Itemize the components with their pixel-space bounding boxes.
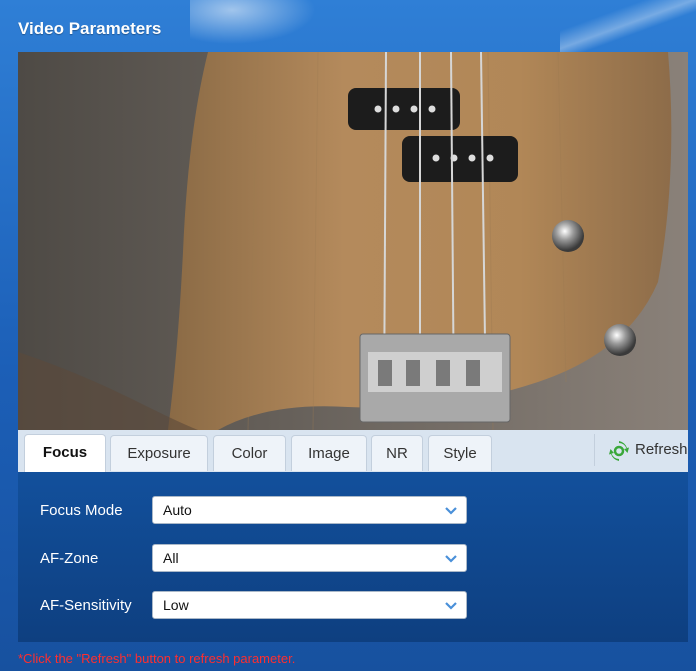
chevron-down-icon [445,602,457,610]
title-bar-flare [190,0,330,50]
af-zone-label: AF-Zone [40,550,99,567]
tab-style[interactable]: Style [428,435,492,471]
tab-focus[interactable]: Focus [24,434,106,472]
refresh-label: Refresh [635,441,688,458]
af-sensitivity-value: Low [163,597,189,613]
window-title: Video Parameters [18,19,162,38]
chevron-down-icon [445,507,457,515]
refresh-note: *Click the "Refresh" button to refresh p… [18,651,296,666]
tab-exposure[interactable]: Exposure [110,435,208,471]
refresh-button[interactable]: Refresh [594,434,689,466]
refresh-icon [609,441,629,461]
af-sensitivity-label: AF-Sensitivity [40,597,132,614]
tab-color[interactable]: Color [213,435,286,471]
focus-mode-value: Auto [163,502,192,518]
video-frame-image [18,52,688,430]
chevron-down-icon [445,555,457,563]
focus-settings-panel: Focus Mode Auto AF-Zone All AF-Sensitivi… [18,472,688,642]
title-bar-flare [560,0,696,52]
focus-mode-select[interactable]: Auto [152,496,467,524]
video-parameters-window: Video Parameters Focus Exposure Color Im… [0,0,696,671]
af-sensitivity-select[interactable]: Low [152,591,467,619]
focus-mode-label: Focus Mode [40,502,123,519]
video-preview[interactable] [18,52,688,430]
tab-nr[interactable]: NR [371,435,423,471]
af-zone-select[interactable]: All [152,544,467,572]
af-zone-value: All [163,550,179,566]
tab-bar: Focus Exposure Color Image NR Style Refr… [18,430,688,473]
tab-image[interactable]: Image [291,435,367,471]
